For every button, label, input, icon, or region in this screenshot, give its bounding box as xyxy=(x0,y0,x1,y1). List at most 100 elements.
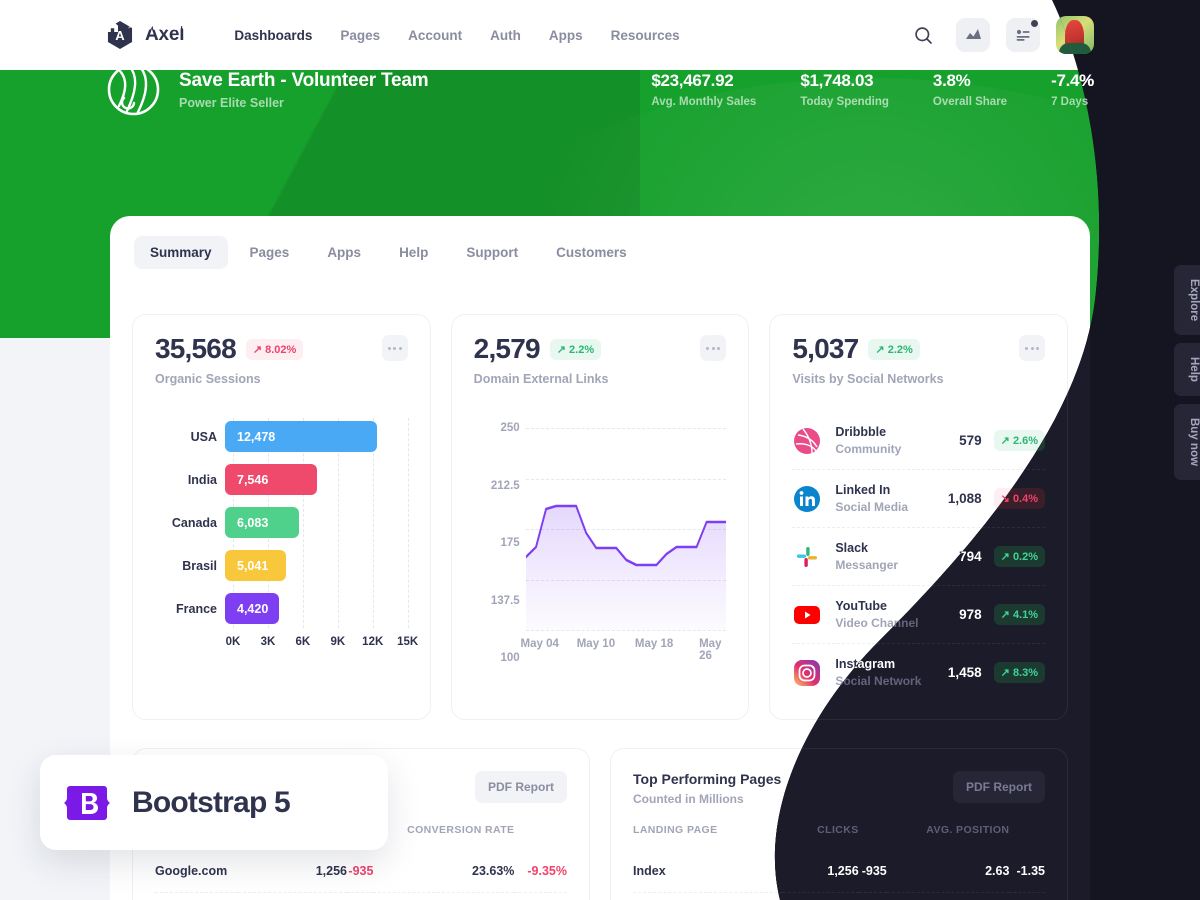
list-item-value: 1,088 xyxy=(947,491,982,506)
delta-arrow-icon: ↗ xyxy=(556,343,566,356)
list-item-desc: Social Network xyxy=(835,674,922,688)
y-tick: 212.5 xyxy=(490,479,520,492)
column-header-landing-page: LANDING PAGE xyxy=(633,824,718,836)
area-chart: 250 212.5 175 137.5 100 xyxy=(474,422,727,664)
x-tick: 12K xyxy=(362,636,384,648)
y-tick: 175 xyxy=(500,537,520,549)
notifications-icon[interactable] xyxy=(1006,18,1040,52)
breadcrumb: > Dashboards xyxy=(106,19,216,33)
delta-arrow-icon: ↗ xyxy=(252,343,263,356)
card-title-block: 5,037 ↗ 2.2% Visits by Social Networks xyxy=(792,333,944,387)
more-options-icon[interactable] xyxy=(381,335,408,361)
tab-bar: Summary Pages Apps Help Support Customer… xyxy=(110,216,1090,269)
nav-link-resources[interactable]: Resources xyxy=(611,28,680,43)
list-item[interactable]: Dribbble Community 579 ↗ 2.6% xyxy=(792,412,1046,470)
delta-value: 2.2% xyxy=(569,343,595,356)
analytics-icon[interactable] xyxy=(956,18,990,52)
home-icon[interactable] xyxy=(106,20,119,33)
card-subtitle: Domain External Links xyxy=(473,372,609,386)
table-row[interactable]: Google.com 1,256 -935 23.63% -9.35% xyxy=(155,850,567,893)
cell-position-delta: 0.32 xyxy=(1009,893,1045,900)
tab-support[interactable]: Support xyxy=(450,236,534,269)
top-navigation-bar: A Axel Dashboards Pages Account Auth App… xyxy=(0,0,1200,70)
x-tick: 9K xyxy=(330,636,346,648)
delta-arrow-icon: ↗ xyxy=(1000,551,1010,563)
delta-value: 2.6% xyxy=(1012,435,1039,447)
stat-value: 3.8% xyxy=(932,71,971,90)
card-value: 5,037 xyxy=(792,333,859,364)
y-tick: 100 xyxy=(500,652,520,664)
dribbble-icon xyxy=(792,426,822,456)
nav-link-auth[interactable]: Auth xyxy=(490,28,521,43)
card-title-block: 35,568 ↗ 8.02% Organic Sessions xyxy=(155,335,304,386)
card-header: 2,579 ↗ 2.2% Domain External Links xyxy=(474,335,727,386)
tab-help[interactable]: Help xyxy=(383,236,444,269)
stat-value: $1,748.03 xyxy=(800,71,874,90)
x-tick: May 10 xyxy=(576,638,616,650)
more-options-icon[interactable] xyxy=(700,335,727,361)
list-item-delta-badge: ↗ 0.2% xyxy=(994,546,1045,567)
bar-label: USA xyxy=(190,430,217,444)
card-title-block: 2,579 ↗ 2.2% Domain External Links xyxy=(473,335,609,387)
bar-row: France 4,420 xyxy=(155,590,408,628)
notification-dot-badge xyxy=(1031,20,1038,27)
bar-track: 6,083 xyxy=(225,504,408,542)
breadcrumb-separator: > xyxy=(128,20,135,32)
youtube-icon xyxy=(792,600,822,630)
tab-summary[interactable]: Summary xyxy=(134,236,228,269)
breadcrumb-current[interactable]: Dashboards xyxy=(143,19,215,33)
bar-value: 7,546 xyxy=(225,464,317,495)
list-item-value: 978 xyxy=(959,607,982,622)
column-header-conversion-delta xyxy=(514,824,567,850)
cell-impressions-delta: -576 xyxy=(347,892,374,900)
cell-clicks-delta: -935 xyxy=(861,864,887,878)
rail-button-help[interactable]: Help xyxy=(1174,343,1200,397)
delta-arrow-icon: ↗ xyxy=(875,343,885,356)
pdf-report-button[interactable]: PDF Report xyxy=(475,771,567,803)
stat-label: Avg. Monthly Sales xyxy=(651,96,757,108)
bar-row: Brasil 5,041 xyxy=(155,547,408,585)
delta-value: 4.1% xyxy=(1012,609,1039,621)
more-options-icon[interactable] xyxy=(1019,335,1046,361)
column-header-avg-position: AVG. POSITION xyxy=(926,824,1010,836)
bootstrap-badge-text: Bootstrap 5 xyxy=(132,785,291,819)
bar-chart: USA 12,478 India 7,546 Canada 6,083 Bras… xyxy=(155,418,418,658)
tab-customers[interactable]: Customers xyxy=(540,236,643,269)
search-icon[interactable] xyxy=(906,18,940,52)
nav-link-apps[interactable]: Apps xyxy=(549,28,583,43)
globe-icon xyxy=(107,63,160,116)
cell-clicks: 446 xyxy=(783,893,859,900)
bar-row: India 7,546 xyxy=(155,461,408,499)
card-subtitle: Visits by Social Networks xyxy=(792,372,944,386)
nav-link-dashboards[interactable]: Dashboards xyxy=(234,28,312,43)
card-value-row: 35,568 ↗ 8.02% xyxy=(155,335,304,363)
cell-source: Google.com xyxy=(155,864,228,878)
nav-link-pages[interactable]: Pages xyxy=(340,28,380,43)
card-domain-external-links: 2,579 ↗ 2.2% Domain External Links 250 2… xyxy=(450,314,750,720)
tab-pages[interactable]: Pages xyxy=(234,236,306,269)
pdf-report-button[interactable]: PDF Report xyxy=(953,771,1045,803)
y-tick: 137.5 xyxy=(490,594,520,607)
cell-rate-delta: -57.02% xyxy=(514,892,567,900)
card-value-row: 2,579 ↗ 2.2% xyxy=(474,335,609,363)
hero-title: Save Earth - Volunteer Team xyxy=(179,69,429,91)
rail-button-buy-now[interactable]: Buy now xyxy=(1174,404,1200,481)
hero-stat-7-days: -7.4% 7 Days xyxy=(1051,71,1094,108)
y-tick: 250 xyxy=(500,422,520,434)
bar-label: France xyxy=(176,602,217,616)
column-header-position-delta xyxy=(1009,824,1045,850)
cell-page: Products xyxy=(633,892,783,900)
card-delta-badge: ↗ 2.2% xyxy=(549,338,602,360)
cell-clicks: 1,256 xyxy=(827,864,859,878)
cell-impressions: 446 xyxy=(237,892,347,900)
tab-apps[interactable]: Apps xyxy=(311,236,377,269)
nav-link-account[interactable]: Account xyxy=(408,28,462,43)
bar-label: India xyxy=(187,473,217,487)
bar-track: 5,041 xyxy=(225,547,408,585)
list-item-meta: Linked In Social Media xyxy=(835,483,908,514)
hero-stat-today-spending: $1,748.03 Today Spending xyxy=(800,71,889,108)
list-item-name: YouTube xyxy=(835,599,887,613)
rail-button-explore[interactable]: Explore xyxy=(1174,265,1200,336)
linkedin-icon xyxy=(792,484,822,514)
table-row[interactable]: Youtube.com 446 -576 12.45% -57.02% xyxy=(155,892,567,900)
